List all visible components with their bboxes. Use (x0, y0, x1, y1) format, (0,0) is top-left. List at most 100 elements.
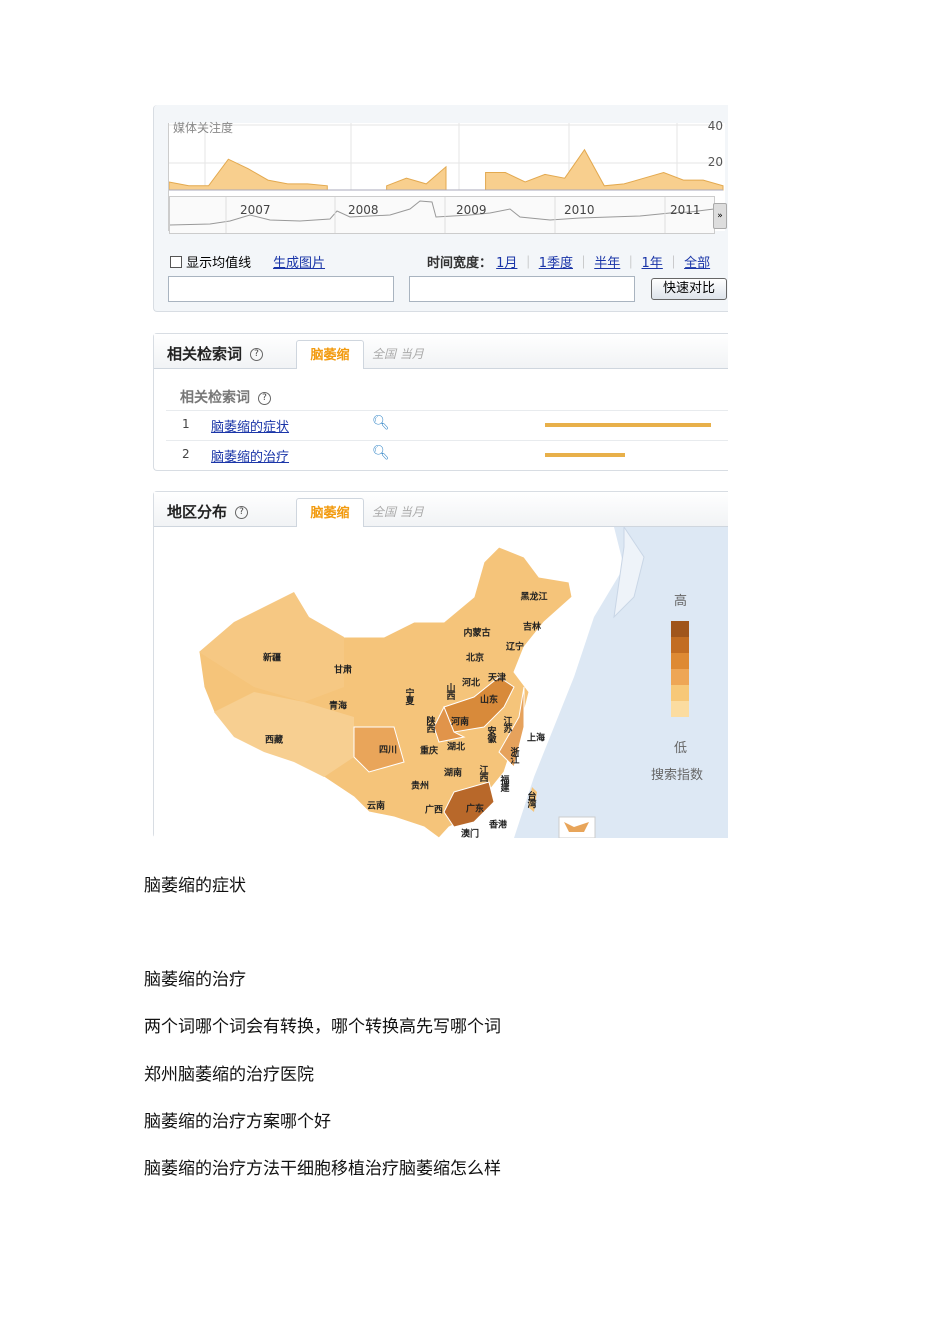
province-label[interactable]: 浙江 (508, 747, 521, 763)
province-label[interactable]: 江苏 (501, 716, 514, 732)
year-2007: 2007 (240, 203, 271, 217)
province-label[interactable]: 河南 (451, 715, 469, 728)
province-label[interactable]: 天津 (488, 671, 506, 684)
province-label[interactable]: 台湾 (525, 791, 538, 807)
china-map (198, 527, 728, 838)
legend-swatch (671, 621, 689, 637)
area-series (485, 148, 724, 191)
index-bar (545, 423, 711, 427)
search-icon[interactable]: 🔍︎ (372, 415, 390, 431)
province-label[interactable]: 辽宁 (506, 640, 524, 653)
quick-compare-button[interactable]: 快速对比 (651, 278, 727, 300)
province-label[interactable]: 山西 (444, 683, 457, 699)
legend-swatch (671, 685, 689, 701)
generate-image-link[interactable]: 生成图片 (273, 252, 325, 271)
province-label[interactable]: 湖南 (444, 766, 462, 779)
year-2010: 2010 (564, 203, 595, 217)
tab-keyword[interactable]: 脑萎缩 (296, 340, 364, 369)
timeline-drag-handle[interactable]: » (713, 203, 727, 229)
overview-timeline[interactable]: 2007 2008 2009 2010 2011 (169, 196, 715, 234)
tab-keyword[interactable]: 脑萎缩 (296, 498, 364, 527)
trend-panel: 媒体关注度 40 20 2007 2008 2009 2010 2011 » 显… (153, 105, 728, 312)
province-label[interactable]: 上海 (527, 731, 545, 744)
province-label[interactable]: 河北 (462, 676, 480, 689)
y-tick-20: 20 (707, 155, 723, 169)
table-row: 1 脑萎缩的症状 🔍︎ (166, 410, 728, 440)
legend-high: 高 (674, 594, 688, 609)
related-subtitle-text: 相关检索词 (180, 390, 250, 406)
province-label[interactable]: 云南 (367, 799, 385, 812)
province-label[interactable]: 内蒙古 (463, 626, 490, 639)
related-title-text: 相关检索词 (167, 345, 243, 363)
map-area: 黑龙江吉林辽宁 内蒙古北京 天津 河北 山东 山西 新疆甘肃宁夏青海陕西 河南 江苏 安徽 上海 西藏… (154, 527, 728, 838)
province-label[interactable]: 江西 (477, 765, 490, 781)
province-label[interactable]: 重庆 (420, 744, 438, 757)
year-2009: 2009 (456, 203, 487, 217)
time-option-half-year[interactable]: 半年 (594, 256, 620, 271)
time-option-1-year[interactable]: 1年 (642, 256, 663, 271)
time-width-label: 时间宽度： (427, 256, 493, 271)
time-option-1-month[interactable]: 1月 (496, 256, 517, 271)
province-label[interactable]: 澳门 (461, 827, 479, 839)
area-series (169, 158, 328, 191)
doc-line: 脑萎缩的治疗 (144, 970, 246, 990)
related-subtitle: 相关检索词? (180, 387, 271, 407)
province-label[interactable]: 北京 (466, 651, 484, 664)
province-label[interactable]: 陕西 (424, 716, 437, 732)
province-label[interactable]: 山东 (480, 693, 498, 706)
help-icon[interactable]: ? (250, 348, 264, 361)
province-label[interactable]: 广西 (425, 803, 443, 816)
help-icon[interactable]: ? (235, 506, 249, 519)
time-option-quarter[interactable]: 1季度 (539, 256, 573, 271)
province-label[interactable]: 广东 (466, 802, 484, 815)
show-avg-label: 显示均值线 (186, 256, 252, 271)
show-avg-checkbox[interactable] (170, 256, 182, 268)
scope-label: 全国 当月 (372, 347, 424, 361)
term-link[interactable]: 脑萎缩的症状 (211, 416, 289, 435)
chart-area: 媒体关注度 40 20 2007 2008 2009 2010 2011 » (168, 119, 727, 234)
table-row: 2 脑萎缩的治疗 🔍︎ (166, 440, 728, 470)
show-avg-toggle[interactable]: 显示均值线 (170, 252, 251, 271)
province-label[interactable]: 贵州 (411, 779, 429, 792)
province-label[interactable]: 甘肃 (334, 663, 352, 676)
legend-low: 低 (674, 741, 688, 756)
region-title: 地区分布? (167, 501, 249, 522)
province-label[interactable]: 湖北 (447, 740, 465, 753)
related-title: 相关检索词? (167, 343, 264, 364)
scope-label: 全国 当月 (372, 505, 424, 519)
rank: 1 (182, 417, 190, 431)
time-width-selector: 时间宽度： 1月 ｜ 1季度 ｜ 半年 ｜ 1年 ｜ 全部 (427, 256, 711, 271)
province-label[interactable]: 青海 (329, 699, 347, 712)
compare-input-2[interactable] (409, 276, 635, 302)
doc-line: 郑州脑萎缩的治疗医院 (144, 1065, 314, 1085)
legend-swatch (671, 653, 689, 669)
help-icon[interactable]: ? (258, 391, 271, 405)
province-label[interactable]: 西藏 (265, 733, 283, 746)
rank: 2 (182, 447, 190, 461)
doc-line: 脑萎缩的症状 (144, 876, 246, 896)
province-label[interactable]: 吉林 (523, 620, 541, 633)
legend-scale (671, 621, 689, 717)
year-2011: 2011 (670, 203, 701, 217)
index-bar (545, 453, 625, 457)
page: 媒体关注度 40 20 2007 2008 2009 2010 2011 » 显… (0, 0, 950, 1344)
y-tick-40: 40 (707, 119, 723, 133)
search-icon[interactable]: 🔍︎ (372, 445, 390, 461)
province-label[interactable]: 福建 (498, 775, 511, 791)
province-label[interactable]: 宁夏 (403, 688, 416, 704)
province-label[interactable]: 四川 (379, 743, 397, 756)
term-link[interactable]: 脑萎缩的治疗 (211, 446, 289, 465)
legend-title: 搜索指数 (651, 768, 704, 783)
time-option-all[interactable]: 全部 (684, 256, 710, 271)
doc-line: 两个词哪个词会有转换，哪个转换高先写哪个词 (144, 1017, 501, 1037)
compare-input-1[interactable] (168, 276, 394, 302)
media-label: 媒体关注度 (173, 121, 234, 135)
doc-line: 脑萎缩的治疗方法干细胞移植治疗脑萎缩怎么样 (144, 1159, 501, 1179)
province-label[interactable]: 新疆 (263, 651, 281, 664)
province-label[interactable]: 安徽 (485, 726, 498, 742)
area-series (386, 165, 447, 191)
province-label[interactable]: 黑龙江 (520, 590, 547, 603)
legend-swatch (671, 637, 689, 653)
related-panel: 相关检索词? 脑萎缩 全国 当月 相关检索词? 1 脑萎缩的症状 🔍︎ 2 脑萎… (153, 333, 728, 471)
province-label[interactable]: 香港 (489, 818, 507, 831)
